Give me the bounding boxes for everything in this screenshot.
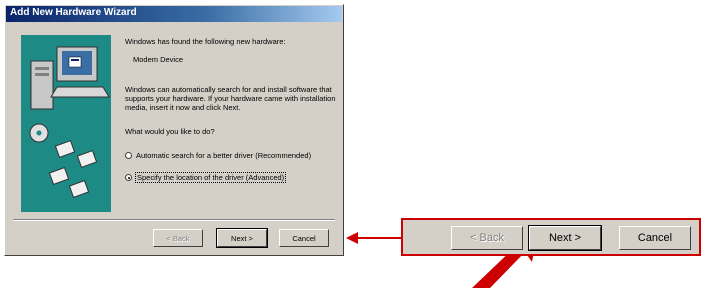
- zoom-cancel-button[interactable]: Cancel: [619, 226, 691, 250]
- left-arrow-head-icon: [346, 232, 358, 244]
- zoomed-button-bar: < Back Next > Cancel: [401, 218, 701, 256]
- zoom-back-button[interactable]: < Back: [451, 226, 523, 250]
- zoom-next-button[interactable]: Next >: [528, 225, 602, 251]
